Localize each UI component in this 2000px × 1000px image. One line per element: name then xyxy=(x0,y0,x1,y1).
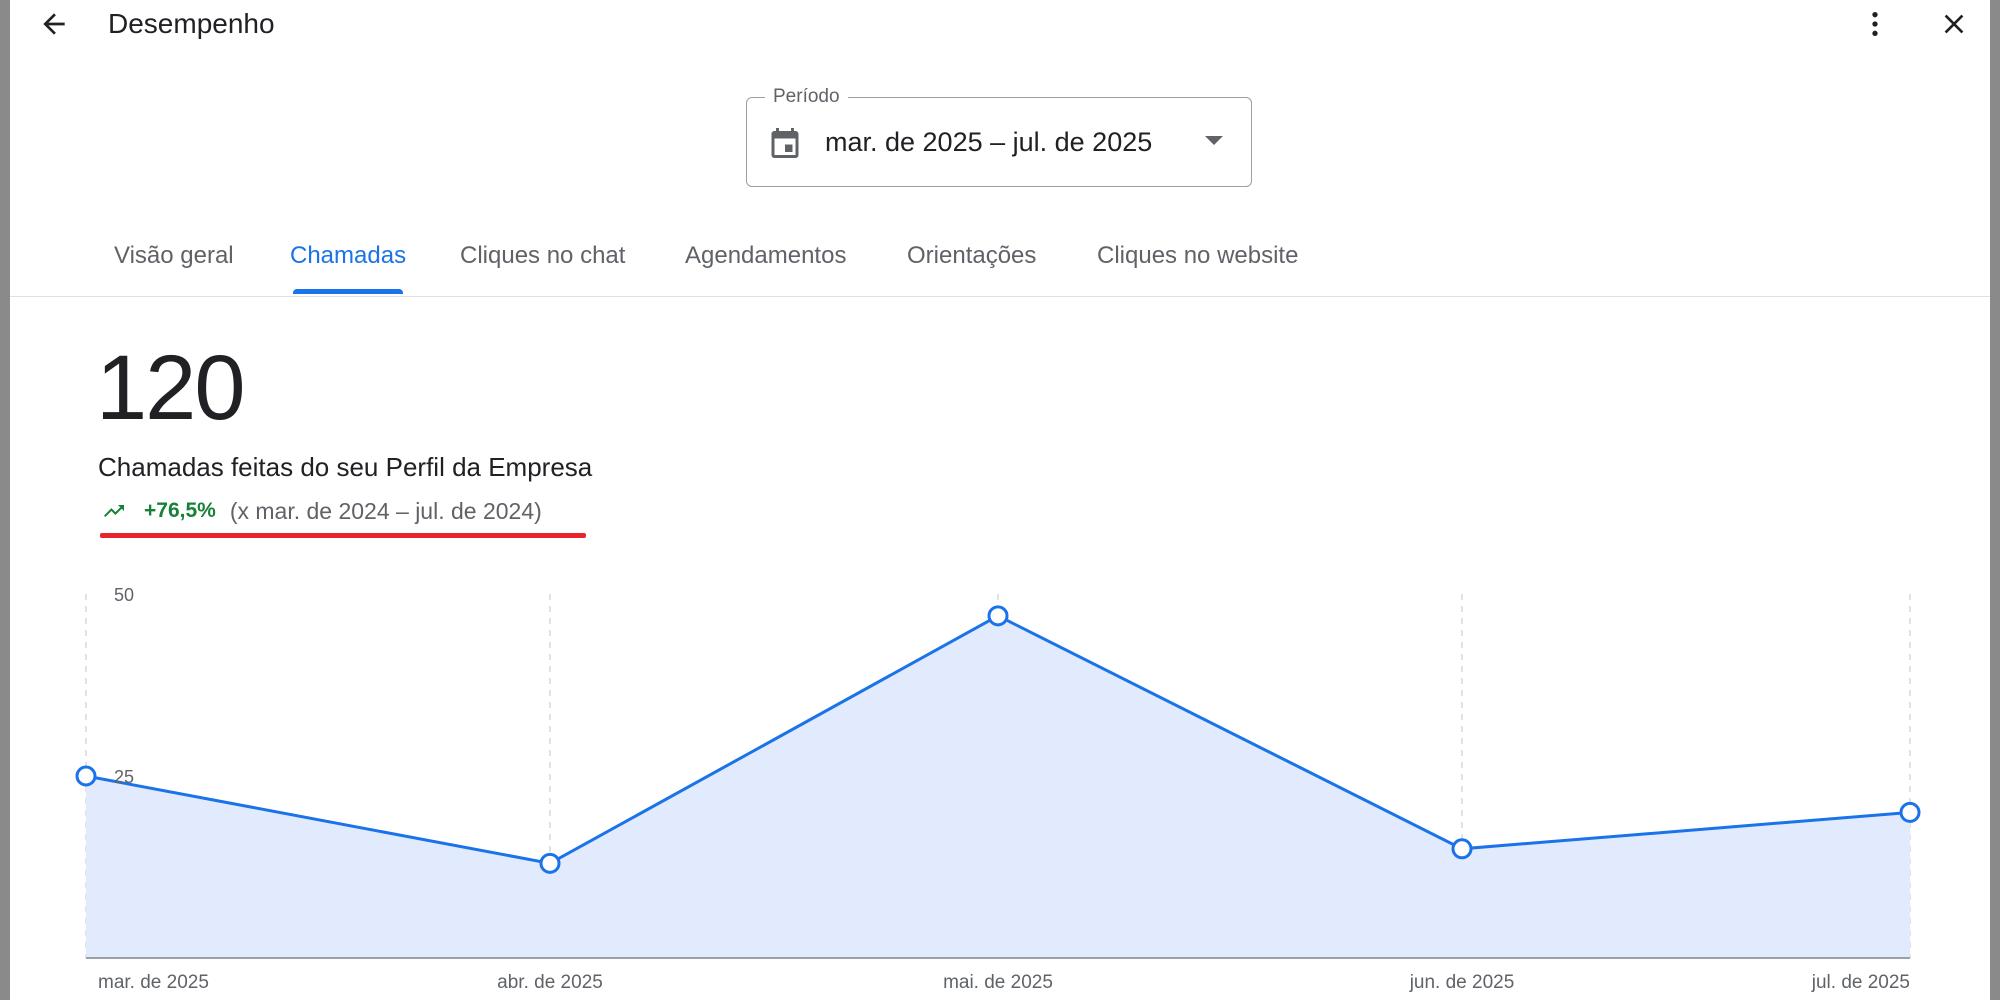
chart-ytick-label: 25 xyxy=(114,767,134,787)
chart-data-point[interactable] xyxy=(75,765,97,787)
chart-xtick-label: abr. de 2025 xyxy=(497,972,603,993)
chart-data-point[interactable] xyxy=(539,852,561,874)
chart-data-point[interactable] xyxy=(1899,801,1921,823)
chart-area-fill xyxy=(86,615,1910,958)
chart-xtick-label: mai. de 2025 xyxy=(943,972,1053,993)
chart-xtick-label: mar. de 2025 xyxy=(98,972,209,993)
performance-panel: Desempenho Período mar. de 2025 – jul. d… xyxy=(10,0,1990,1000)
chart-data-point[interactable] xyxy=(987,605,1009,627)
chart-ytick-label: 50 xyxy=(114,585,134,605)
chart-xtick-label: jul. de 2025 xyxy=(1811,972,1910,993)
calls-chart: 25 50 mar. de 2025 abr. de 2025 mai. de 202… xyxy=(75,585,1921,993)
chart-data-point[interactable] xyxy=(1451,838,1473,860)
chart-xtick-label: jun. de 2025 xyxy=(1409,972,1515,993)
